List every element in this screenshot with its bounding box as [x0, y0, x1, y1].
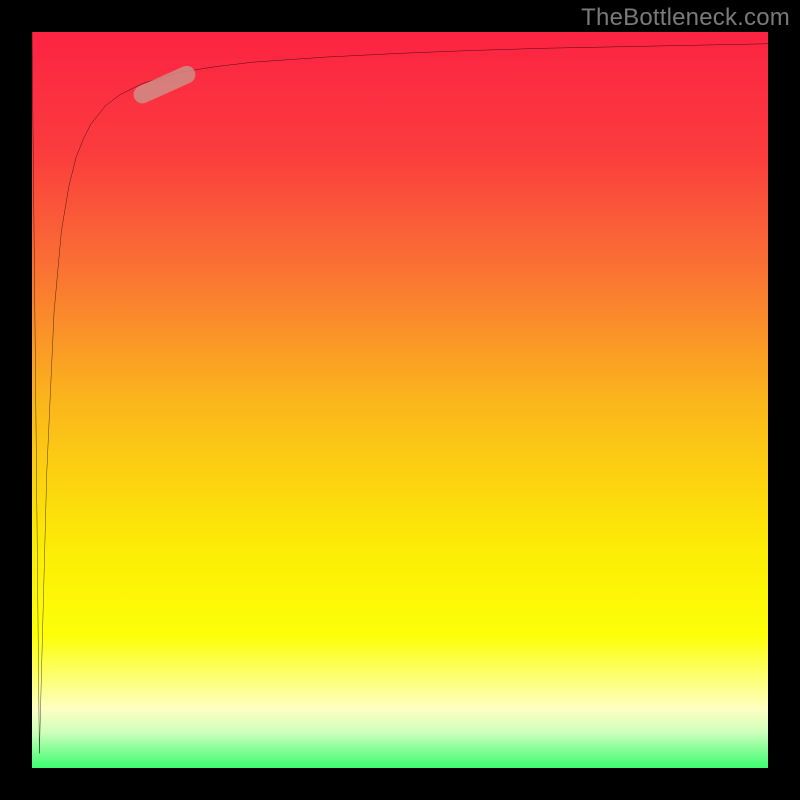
chart-container: TheBottleneck.com [0, 0, 800, 800]
watermark-text: TheBottleneck.com [581, 4, 790, 32]
plot-area [32, 32, 768, 768]
plot-border [32, 32, 768, 768]
